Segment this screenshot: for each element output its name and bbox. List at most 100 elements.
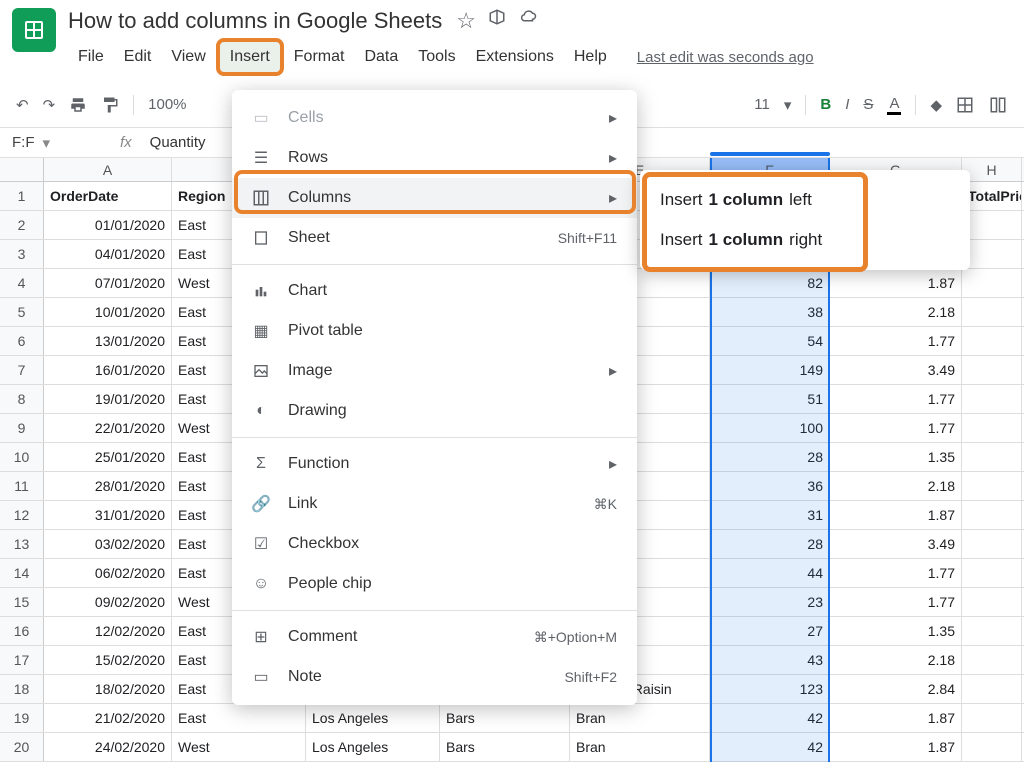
cell[interactable]: 23 — [710, 588, 830, 616]
cell[interactable]: 123 — [710, 675, 830, 703]
cell[interactable]: 1.77 — [830, 588, 962, 616]
cell[interactable]: 03/02/2020 — [44, 530, 172, 558]
cell[interactable]: 01/01/2020 — [44, 211, 172, 239]
row-header[interactable]: 10 — [0, 443, 44, 471]
cell[interactable]: 28 — [710, 443, 830, 471]
insert-col-right[interactable]: Insert 1 column right — [640, 220, 970, 260]
menu-columns[interactable]: Columns ▸ — [232, 178, 637, 218]
merge-icon[interactable] — [988, 96, 1008, 114]
row-header[interactable]: 3 — [0, 240, 44, 268]
cell[interactable]: 38 — [710, 298, 830, 326]
menu-format[interactable]: Format — [284, 42, 355, 72]
row-header[interactable]: 20 — [0, 733, 44, 761]
cell[interactable]: 28 — [710, 530, 830, 558]
cell[interactable]: 42 — [710, 704, 830, 732]
menu-data[interactable]: Data — [354, 42, 408, 72]
cell[interactable]: 18/02/2020 — [44, 675, 172, 703]
menu-sheet[interactable]: Sheet Shift+F11 — [232, 218, 637, 258]
strike-button[interactable]: S — [863, 96, 873, 113]
menu-note[interactable]: ▭ Note Shift+F2 — [232, 657, 637, 697]
cell[interactable]: 24/02/2020 — [44, 733, 172, 761]
cell[interactable]: 10/01/2020 — [44, 298, 172, 326]
cell[interactable] — [962, 472, 1022, 500]
cell[interactable]: Bars — [440, 704, 570, 732]
menu-extensions[interactable]: Extensions — [466, 42, 564, 72]
menu-cells[interactable]: ▭ Cells ▸ — [232, 98, 637, 138]
cell[interactable]: 1.87 — [830, 704, 962, 732]
cell[interactable]: 31 — [710, 501, 830, 529]
cell[interactable]: 2.18 — [830, 298, 962, 326]
cell[interactable]: 1.87 — [830, 269, 962, 297]
cell[interactable]: Los Angeles — [306, 733, 440, 761]
cell[interactable]: 06/02/2020 — [44, 559, 172, 587]
cell[interactable]: 44 — [710, 559, 830, 587]
menu-tools[interactable]: Tools — [408, 42, 465, 72]
font-size[interactable]: 11 — [754, 96, 770, 113]
cell[interactable]: West — [172, 733, 306, 761]
fill-color-icon[interactable]: ◆ — [930, 96, 942, 114]
cell[interactable] — [962, 675, 1022, 703]
cell[interactable]: 2.84 — [830, 675, 962, 703]
cell[interactable]: 22/01/2020 — [44, 414, 172, 442]
header-cell[interactable]: TotalPrice — [962, 182, 1022, 210]
menu-checkbox[interactable]: ☑ Checkbox — [232, 524, 637, 564]
cell[interactable] — [962, 327, 1022, 355]
cell[interactable]: Bars — [440, 733, 570, 761]
font-size-dropdown-icon[interactable]: ▾ — [784, 96, 792, 114]
cell[interactable] — [962, 356, 1022, 384]
row-header[interactable]: 5 — [0, 298, 44, 326]
cell[interactable] — [962, 443, 1022, 471]
cell[interactable]: 25/01/2020 — [44, 443, 172, 471]
move-icon[interactable] — [488, 8, 506, 34]
cell[interactable]: 04/01/2020 — [44, 240, 172, 268]
cell[interactable]: 16/01/2020 — [44, 356, 172, 384]
menu-rows[interactable]: ☰ Rows ▸ — [232, 138, 637, 178]
cell[interactable]: 1.77 — [830, 559, 962, 587]
cell[interactable]: 28/01/2020 — [44, 472, 172, 500]
italic-button[interactable]: I — [845, 96, 849, 113]
cell[interactable]: 15/02/2020 — [44, 646, 172, 674]
cell[interactable] — [962, 530, 1022, 558]
cell[interactable]: 42 — [710, 733, 830, 761]
cell[interactable]: 1.87 — [830, 733, 962, 761]
menu-function[interactable]: Σ Function ▸ — [232, 444, 637, 484]
cell[interactable]: 43 — [710, 646, 830, 674]
cell[interactable]: Los Angeles — [306, 704, 440, 732]
row-header[interactable]: 7 — [0, 356, 44, 384]
row-header[interactable]: 1 — [0, 182, 44, 210]
menu-comment[interactable]: ⊞ Comment ⌘+Option+M — [232, 617, 637, 657]
cell[interactable]: Bran — [570, 704, 710, 732]
cell[interactable]: 54 — [710, 327, 830, 355]
row-header[interactable]: 19 — [0, 704, 44, 732]
row-header[interactable]: 18 — [0, 675, 44, 703]
cell[interactable]: 100 — [710, 414, 830, 442]
zoom[interactable]: 100% — [148, 96, 186, 113]
cell[interactable]: 27 — [710, 617, 830, 645]
formula-bar[interactable]: Quantity — [142, 134, 214, 151]
cell[interactable]: 1.77 — [830, 327, 962, 355]
row-header[interactable]: 4 — [0, 269, 44, 297]
cell[interactable]: Bran — [570, 733, 710, 761]
undo-icon[interactable]: ↶ — [16, 96, 29, 114]
cell[interactable]: 3.49 — [830, 530, 962, 558]
menu-insert[interactable]: Insert — [216, 38, 284, 76]
menu-chart[interactable]: Chart — [232, 271, 637, 311]
cell[interactable]: 2.18 — [830, 646, 962, 674]
cell[interactable]: 2.18 — [830, 472, 962, 500]
cell[interactable] — [962, 211, 1022, 239]
row-header[interactable]: 17 — [0, 646, 44, 674]
cell[interactable] — [962, 269, 1022, 297]
cell[interactable] — [962, 559, 1022, 587]
name-box[interactable]: F:F▾ — [0, 134, 110, 152]
cell[interactable] — [962, 704, 1022, 732]
menu-people-chip[interactable]: ☺ People chip — [232, 564, 637, 604]
cell[interactable]: 1.87 — [830, 501, 962, 529]
row-header[interactable]: 2 — [0, 211, 44, 239]
cell[interactable] — [962, 240, 1022, 268]
cell[interactable]: 82 — [710, 269, 830, 297]
col-header-h[interactable]: H — [962, 158, 1022, 181]
print-icon[interactable] — [69, 96, 87, 114]
cell[interactable]: 51 — [710, 385, 830, 413]
row-header[interactable]: 14 — [0, 559, 44, 587]
cell[interactable]: 31/01/2020 — [44, 501, 172, 529]
